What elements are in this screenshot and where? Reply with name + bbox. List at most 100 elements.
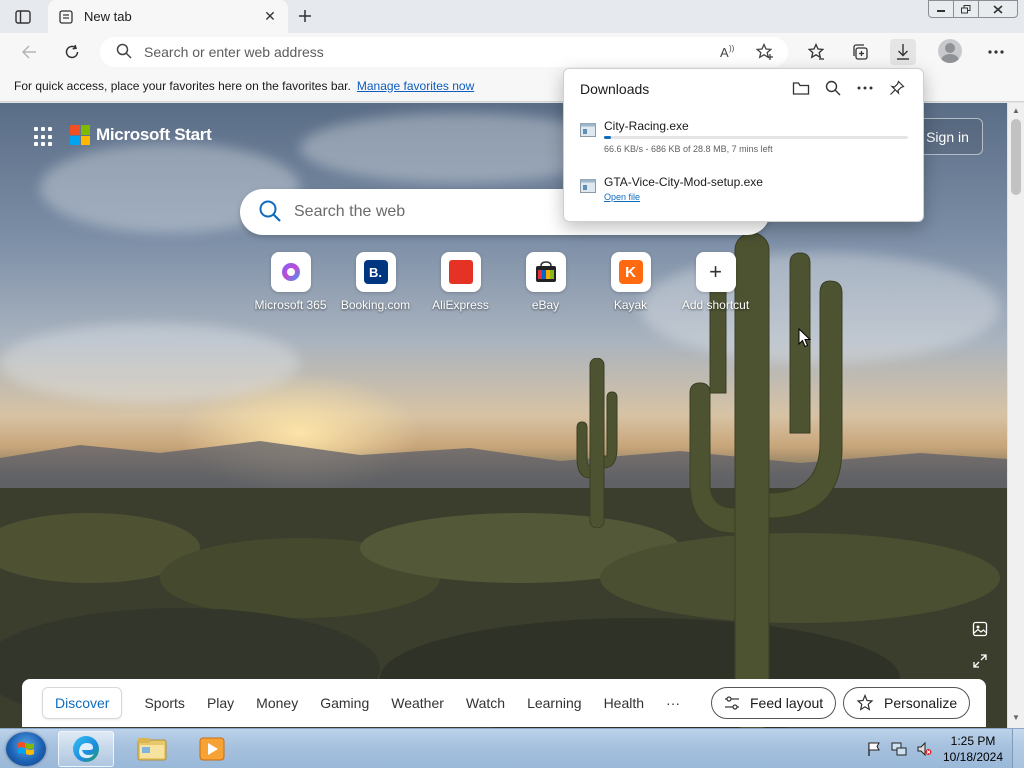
shortcut-ebay[interactable]: eBay [503, 252, 588, 312]
downloads-more-icon[interactable] [855, 78, 875, 98]
download-status: 66.6 KB/s - 686 KB of 28.8 MB, 7 mins le… [604, 144, 773, 154]
feed-tab-discover[interactable]: Discover [42, 687, 123, 719]
favorites-icon[interactable] [803, 39, 829, 65]
shortcut-kayak[interactable]: K Kayak [588, 252, 673, 312]
settings-more-icon[interactable] [983, 39, 1009, 65]
microsoft-start-logo[interactable]: Microsoft Start [70, 125, 212, 145]
personalize-button[interactable]: Personalize [843, 687, 971, 719]
tab-actions-menu-icon[interactable] [10, 7, 36, 27]
download-filename: GTA-Vice-City-Mod-setup.exe [604, 175, 763, 189]
search-icon [116, 43, 132, 62]
taskbar-edge[interactable] [58, 731, 114, 767]
start-button[interactable] [6, 732, 46, 766]
clock-time: 1:25 PM [950, 734, 996, 748]
personalize-label: Personalize [884, 695, 958, 711]
favorites-bar-message: For quick access, place your favorites h… [14, 78, 351, 93]
open-file-link[interactable]: Open file [604, 192, 640, 202]
refresh-button[interactable] [59, 39, 85, 65]
back-button[interactable] [16, 39, 42, 65]
tab-title: New tab [84, 9, 132, 24]
shortcut-booking[interactable]: B. Booking.com [333, 252, 418, 312]
clock-date: 10/18/2024 [942, 750, 1004, 764]
search-downloads-icon[interactable] [823, 78, 843, 98]
minimize-button[interactable] [928, 0, 954, 18]
shortcut-label: AliExpress [432, 298, 489, 312]
download-filename: City-Racing.exe [604, 119, 689, 133]
read-aloud-icon[interactable]: A)) [718, 41, 740, 63]
apps-launcher-icon[interactable] [34, 127, 54, 147]
manage-favorites-link[interactable]: Manage favorites now [357, 79, 474, 93]
exe-file-icon [580, 123, 596, 137]
booking-icon: B. [355, 252, 396, 292]
exe-file-icon [580, 179, 596, 193]
downloads-title: Downloads [580, 81, 650, 97]
windows-logo-icon [18, 742, 34, 755]
shortcut-microsoft-365[interactable]: Microsoft 365 [248, 252, 333, 312]
media-player-icon [199, 737, 225, 761]
mouse-cursor-icon [798, 328, 812, 348]
feed-tab-learning[interactable]: Learning [527, 695, 582, 711]
profile-avatar[interactable] [938, 39, 962, 63]
new-tab-page-icon [58, 9, 74, 25]
folder-icon [137, 738, 167, 761]
feed-tab-health[interactable]: Health [604, 695, 644, 711]
feed-tab-sports[interactable]: Sports [144, 695, 184, 711]
show-desktop-button[interactable] [1012, 729, 1024, 768]
plus-icon: + [695, 252, 736, 292]
volume-muted-icon[interactable] [916, 741, 932, 757]
tab-close-icon[interactable]: ✕ [262, 8, 278, 25]
downloads-icon[interactable] [890, 39, 916, 65]
background-cloud [0, 323, 300, 403]
feed-layout-button[interactable]: Feed layout [711, 687, 837, 719]
shortcut-aliexpress[interactable]: AliExpress [418, 252, 503, 312]
scroll-down-icon[interactable]: ▼ [1012, 713, 1020, 722]
svg-text:A: A [720, 45, 729, 60]
search-icon [258, 199, 282, 226]
shortcut-label: Kayak [613, 298, 648, 312]
shortcut-label: Booking.com [340, 298, 411, 312]
download-item[interactable]: GTA-Vice-City-Mod-setup.exe Open file [580, 175, 910, 205]
tab-new-tab[interactable]: New tab ✕ [48, 0, 288, 33]
navigation-toolbar: A)) [0, 33, 1024, 70]
feed-navigation: Discover Sports Play Money Gaming Weathe… [22, 679, 986, 727]
scroll-thumb[interactable] [1011, 119, 1021, 195]
download-item[interactable]: City-Racing.exe 66.6 KB/s - 686 KB of 28… [580, 119, 910, 159]
svg-text:)): )) [729, 44, 735, 53]
close-window-button[interactable] [978, 0, 1018, 18]
feed-tab-watch[interactable]: Watch [466, 695, 505, 711]
quick-links: Microsoft 365 B. Booking.com AliExpress … [248, 252, 758, 312]
feed-tab-weather[interactable]: Weather [391, 695, 444, 711]
microsoft365-icon [270, 252, 311, 292]
address-bar[interactable]: A)) [100, 37, 788, 67]
feed-more-button[interactable]: ··· [666, 695, 680, 711]
expand-icon[interactable] [972, 653, 988, 669]
taskbar-file-explorer[interactable] [124, 731, 180, 767]
page-scrollbar[interactable]: ▲ ▼ [1007, 103, 1024, 728]
pin-icon[interactable] [887, 78, 907, 98]
new-tab-button[interactable] [295, 6, 315, 26]
action-center-flag-icon[interactable] [866, 741, 882, 757]
feed-tab-play[interactable]: Play [207, 695, 234, 711]
download-progress-fill [604, 136, 612, 139]
add-favorite-icon[interactable] [754, 41, 776, 63]
feed-tab-gaming[interactable]: Gaming [320, 695, 369, 711]
aliexpress-icon [440, 252, 481, 292]
feed-layout-label: Feed layout [750, 695, 824, 711]
open-downloads-folder-icon[interactable] [791, 78, 811, 98]
downloads-panel: Downloads City-Racing.exe 66.6 KB/s - 68… [563, 68, 924, 222]
scroll-up-icon[interactable]: ▲ [1012, 106, 1020, 115]
restore-button[interactable] [953, 0, 979, 18]
feed-tab-money[interactable]: Money [256, 695, 298, 711]
image-info-icon[interactable] [972, 621, 988, 637]
windows-taskbar: 1:25 PM 10/18/2024 [0, 728, 1024, 768]
title-bar: New tab ✕ [0, 0, 1024, 33]
collections-icon[interactable] [847, 39, 873, 65]
ebay-icon [525, 252, 566, 292]
shortcut-add[interactable]: + Add shortcut [673, 252, 758, 312]
shortcut-label: Microsoft 365 [254, 298, 327, 312]
system-clock[interactable]: 1:25 PM 10/18/2024 [938, 733, 1008, 765]
address-input[interactable] [144, 44, 684, 60]
network-icon[interactable] [891, 741, 907, 757]
taskbar-media-player[interactable] [184, 731, 240, 767]
sparkle-star-icon [856, 694, 874, 711]
